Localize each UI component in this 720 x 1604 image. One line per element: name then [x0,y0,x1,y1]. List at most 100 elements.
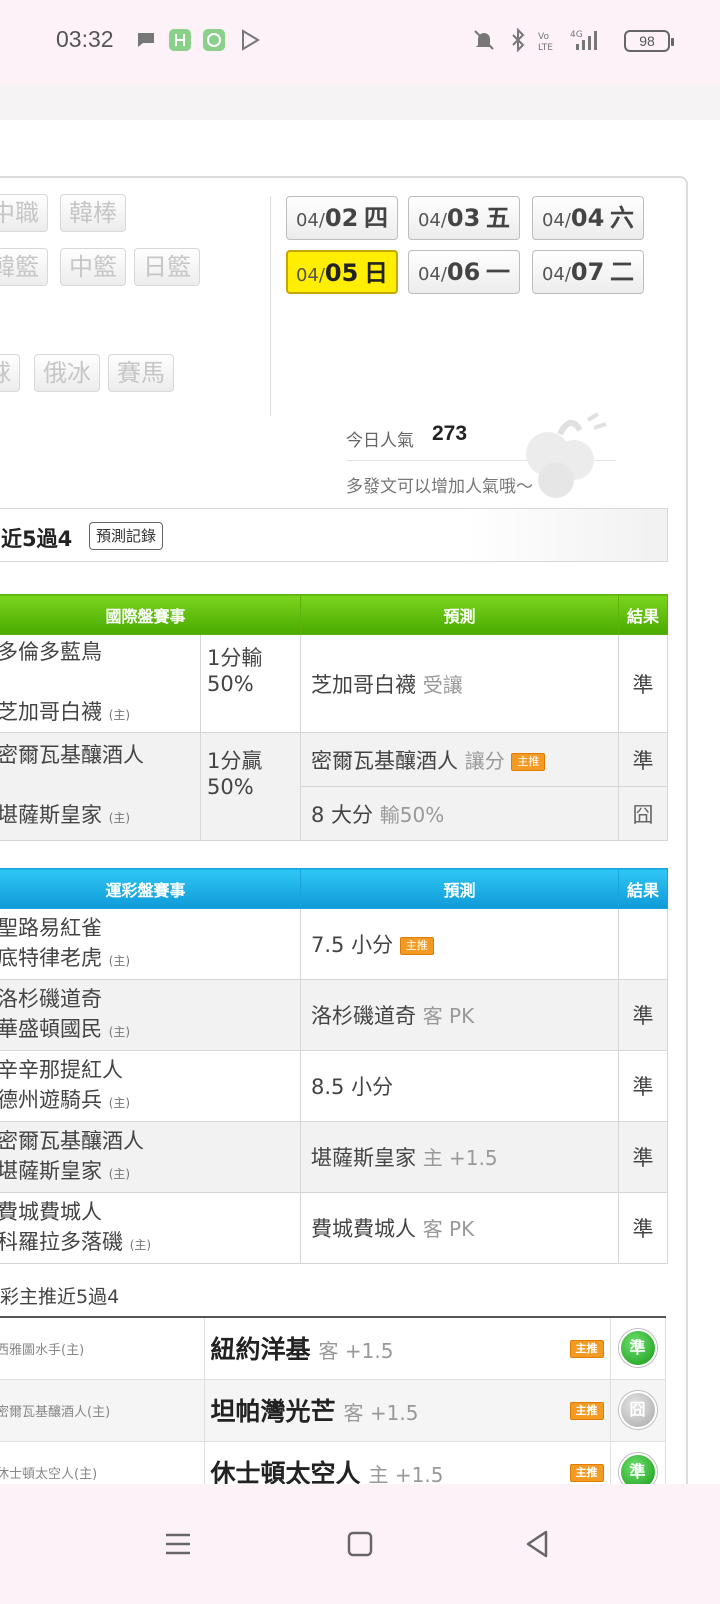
date-weekday: 六 [610,204,635,232]
table-row[interactable]: 洛杉磯道奇 華盛頓國民 (主) 洛杉磯道奇 客 PK 準 [0,979,668,1051]
pick-team: 坦帕灣光芒 [210,1397,336,1426]
menu-icon[interactable] [158,1524,198,1564]
date-day: 02 [324,204,359,232]
svg-text:LTE: LTE [538,43,553,52]
pick-note: 輸50% [379,802,445,827]
prediction-cell: 芝加哥白襪 受讓 [300,634,620,733]
prediction-cell: 密爾瓦基釀酒人 讓分 主推 [300,732,620,787]
odds-line: 1分輸 50% [199,634,302,733]
date-button-0402[interactable]: 04/02 四 [286,196,398,240]
home-team: 華盛頓國民 [0,1016,102,1041]
table-row[interactable]: 密爾瓦基釀酒人(主) 坦帕灣光芒客 +1.5 主推 囧 [0,1379,666,1442]
home-tag: (主) [108,1095,131,1110]
pick-team: 費城費城人 [311,1217,416,1241]
result-cell: 準 [618,732,669,787]
sport-tag-horse[interactable]: 賽馬 [108,354,174,392]
pick-team: 洛杉磯道奇 [311,1004,416,1028]
date-weekday: 二 [610,258,635,286]
pick-team: 密爾瓦基釀酒人 [311,748,459,773]
prediction-cell: 8.5 小分 [300,1050,619,1122]
pick-total: 7.5 小分 [311,933,394,957]
svg-text:Vo: Vo [538,32,549,42]
date-button-0403[interactable]: 04/03 五 [408,196,520,240]
table-row[interactable]: 西雅圖水手(主) 紐約洋基客 +1.5 主推 準 [0,1317,666,1380]
away-team: 洛杉磯道奇 [0,986,102,1011]
sport-tag-khl[interactable]: 俄冰 [34,354,100,392]
date-month: 04/ [417,264,447,285]
app-notification-icon-2 [203,29,225,51]
main-pick-badge: 主推 [569,1340,604,1358]
status-time: 03:32 [56,26,114,52]
pick-team: 堪薩斯皇家 [311,1146,416,1170]
result-cell: 準 [610,1317,666,1380]
pick-team: 紐約洋基 [210,1335,311,1365]
sports-lottery-table: 運彩盤賽事 預測 結果 聖路易紅雀 底特律老虎 (主) 7.5 小分 主推 洛杉磯… [0,868,668,1264]
signal-4g-icon: 4G [570,30,597,50]
table-row[interactable]: 辛辛那提紅人 德州遊騎兵 (主) 8.5 小分 準 [0,1050,668,1122]
date-button-0405[interactable]: 04/05 日 [286,250,398,294]
header-match: 運彩盤賽事 [0,868,301,909]
prediction-cell: 紐約洋基客 +1.5 主推 [204,1317,611,1380]
sport-tag-kbo[interactable]: 韓棒 [60,194,126,232]
result-win-icon: 準 [618,1329,657,1368]
sport-tag-kbl[interactable]: 韓籃 [0,248,48,286]
popularity-label: 今日人氣 [346,431,414,451]
result-cell: 準 [618,1192,668,1264]
home-square-icon[interactable] [340,1524,380,1564]
date-month: 04/ [541,210,571,231]
home-team: 德州遊騎兵 [0,1087,102,1112]
sport-tag-bjl[interactable]: 日籃 [134,248,200,286]
sport-tag-ball[interactable]: 球 [0,354,20,392]
match-teams: 密爾瓦基釀酒人 堪薩斯皇家 (主) [0,732,201,841]
result-cell: 準 [618,1121,668,1193]
svg-text:4G: 4G [570,30,583,40]
home-tag: (主) [108,1166,131,1181]
prediction-cell: 堪薩斯皇家 主 +1.5 [300,1121,619,1193]
pick-note: 客 PK [422,1217,475,1241]
match-teams: 多倫多藍鳥 芝加哥白襪 (主) [0,634,201,733]
record-bar: 近5過4 預測記錄 [0,508,668,562]
popularity-value: 273 [432,422,468,445]
date-month: 04/ [295,210,325,231]
sport-tag-cba[interactable]: 中籃 [60,248,126,286]
header-result: 結果 [618,594,669,635]
result-cell: 囧 [610,1379,666,1442]
result-cell [618,908,668,980]
line-text: 1分贏 [207,748,263,773]
line-percent: 50% [207,671,254,696]
date-day: 05 [324,259,359,287]
sport-tag-cpbl[interactable]: 中職 [0,194,48,232]
table-row[interactable]: 密爾瓦基釀酒人 堪薩斯皇家 (主) 1分贏 50% 密爾瓦基釀酒人 讓分 主推 準 [0,732,669,841]
navigation-bar [0,1484,720,1604]
date-button-0407[interactable]: 04/07 二 [532,250,644,294]
content-panel: 中職 韓棒 韓籃 中籃 日籃 球 俄冰 賽馬 [0,176,688,1516]
volte-icon: VoLTE [538,32,553,52]
pick-note: 客 PK [422,1004,475,1028]
prediction-cell: 坦帕灣光芒客 +1.5 主推 [204,1379,611,1442]
record-summary: 近5過4 [1,527,73,551]
vertical-divider [270,196,271,416]
home-team: 底特律老虎 [0,945,102,970]
back-triangle-icon[interactable] [518,1524,558,1564]
home-team: 芝加哥白襪 [0,700,102,724]
date-button-0404[interactable]: 04/04 六 [532,196,644,240]
bluetooth-icon [512,28,525,52]
result-cell: 準 [618,979,668,1051]
prediction-record-button[interactable]: 預測記錄 [89,522,164,550]
result-cell: 囧 [618,786,669,841]
match-team: 西雅圖水手(主) [0,1317,205,1380]
table-row[interactable]: 聖路易紅雀 底特律老虎 (主) 7.5 小分 主推 [0,908,668,980]
date-button-0406[interactable]: 04/06 一 [408,250,520,294]
pick-note: 客 +1.5 [318,1339,394,1364]
prediction-cell: 7.5 小分 主推 [300,908,619,980]
pick-note: 受讓 [422,672,463,697]
play-store-icon [242,29,260,51]
away-team: 辛辛那提紅人 [0,1057,123,1082]
away-team: 密爾瓦基釀酒人 [0,743,144,767]
table-row[interactable]: 多倫多藍鳥 芝加哥白襪 (主) 1分輸 50% 芝加哥白襪 受讓 準 [0,634,669,733]
pick-total: 8 大分 [311,802,374,827]
table-row[interactable]: 費城費城人 科羅拉多落磯 (主) 費城費城人 客 PK 準 [0,1192,668,1264]
header-prediction: 預測 [300,868,619,909]
pick-note: 讓分 [464,748,505,773]
table-row[interactable]: 密爾瓦基釀酒人 堪薩斯皇家 (主) 堪薩斯皇家 主 +1.5 準 [0,1121,668,1193]
